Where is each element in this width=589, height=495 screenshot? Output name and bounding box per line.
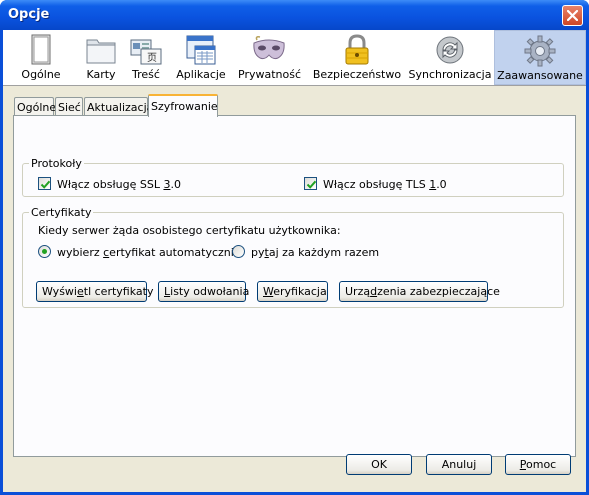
encryption-tab-panel: Protokoły Włącz obsługę SSL 3.0 Włącz ob…: [13, 115, 576, 457]
view-certificates-button[interactable]: Wyświetl certyfikaty: [36, 281, 153, 302]
validation-button[interactable]: Weryfikacja: [257, 281, 328, 302]
checkmark-icon: [306, 180, 317, 189]
ask-label-suffix: aj za każdym razem: [268, 246, 380, 259]
tls-label-text: Włącz obsługę TLS: [323, 178, 430, 191]
protocols-legend: Protokoły: [31, 157, 82, 170]
padlock-icon: [345, 34, 369, 65]
pane-label: Prywatność: [238, 68, 302, 81]
pane-label: Synchronizacja: [408, 68, 492, 81]
button-accesskey: W: [263, 285, 274, 298]
pane-bezpieczenstwo[interactable]: Bezpieczeństwo: [311, 30, 403, 85]
auto-certificate-radio[interactable]: [38, 245, 51, 258]
pane-label: Treść: [132, 68, 160, 81]
ssl-label[interactable]: Włącz obsługę SSL 3.0: [57, 178, 181, 191]
ssl-label-suffix: .0: [170, 178, 181, 191]
tab-siec[interactable]: Sieć: [55, 97, 83, 116]
certificate-request-prompt: Kiedy serwer żąda osobistego certyfikatu…: [38, 224, 341, 237]
pane-ogolne[interactable]: Ogólne: [7, 30, 75, 85]
gear-icon: [524, 35, 556, 67]
checkmark-icon: [40, 180, 51, 189]
options-window: Opcje Ogólne Karty 页 Treść Aplikacje Pry…: [0, 0, 589, 495]
button-text: Urzą: [345, 285, 371, 298]
tab-aktualizacja[interactable]: Aktualizacja: [84, 97, 153, 116]
ask-label-text: py: [251, 246, 265, 259]
button-text-suffix: omoc: [526, 458, 557, 471]
protocols-group: Protokoły: [22, 157, 564, 197]
pane-synchronizacja[interactable]: Synchronizacja: [408, 30, 492, 85]
applications-icon: [186, 35, 216, 65]
button-text-suffix: isty odwołania: [170, 285, 250, 298]
security-devices-button[interactable]: Urządzenia zabezpieczające: [339, 281, 500, 302]
dialog-client-area: Ogólne Karty 页 Treść Aplikacje Prywatnoś…: [3, 30, 586, 492]
auto-certificate-label[interactable]: wybierz certyfikat automatycznie: [57, 246, 241, 259]
tls-label[interactable]: Włącz obsługę TLS 1.0: [323, 178, 447, 191]
button-text-suffix: zenia zabezpieczające: [377, 285, 500, 298]
pane-label: Zaawansowane: [497, 69, 583, 82]
pane-label: Karty: [86, 68, 116, 81]
preferences-toolbar: Ogólne Karty 页 Treść Aplikacje Prywatnoś…: [3, 30, 586, 86]
window-icon: [31, 34, 51, 65]
radio-dot-icon: [42, 249, 47, 254]
cancel-button[interactable]: Anuluj: [426, 454, 492, 475]
content-icon: 页: [130, 39, 162, 65]
ask-every-time-radio[interactable]: [232, 245, 245, 258]
pane-prywatnosc[interactable]: Prywatność: [238, 30, 302, 85]
tls-label-suffix: .0: [436, 178, 447, 191]
ssl-label-text: Włącz obsługę SSL: [57, 178, 164, 191]
ask-every-time-label[interactable]: pytaj za każdym razem: [251, 246, 379, 259]
button-text-suffix: eryfikacja: [273, 285, 327, 298]
auto-label-suffix: ertyfikat automatycznie: [109, 246, 241, 259]
svg-text:页: 页: [147, 52, 157, 64]
folder-tabs-icon: [86, 39, 116, 64]
tls-checkbox[interactable]: [304, 177, 317, 190]
close-icon: [567, 10, 578, 21]
revocation-lists-button[interactable]: Listy odwołania: [158, 281, 250, 302]
ssl-checkbox[interactable]: [38, 177, 51, 190]
help-button[interactable]: Pomoc: [505, 454, 571, 475]
close-button[interactable]: [562, 5, 583, 26]
tab-szyfrowanie[interactable]: Szyfrowanie: [148, 94, 218, 117]
window-title: Opcje: [8, 7, 50, 22]
button-text: Wyświ: [42, 285, 77, 298]
tab-ogolne[interactable]: Ogólne: [14, 97, 56, 116]
auto-label-text: wybierz: [57, 246, 104, 259]
pane-karty[interactable]: Karty: [75, 30, 127, 85]
sync-icon: [436, 36, 464, 64]
title-bar[interactable]: Opcje: [0, 0, 589, 30]
button-text-suffix: tl certyfikaty: [83, 285, 154, 298]
certificates-legend: Certyfikaty: [31, 206, 92, 219]
ok-button[interactable]: OK: [346, 454, 412, 475]
pane-tresc[interactable]: 页 Treść: [127, 30, 165, 85]
pane-label: Aplikacje: [176, 68, 226, 81]
pane-label: Ogólne: [21, 68, 61, 81]
button-accesskey: e: [76, 285, 84, 298]
mask-icon: [253, 36, 285, 60]
pane-label: Bezpieczeństwo: [312, 68, 402, 81]
pane-aplikacje[interactable]: Aplikacje: [175, 30, 227, 85]
pane-zaawansowane[interactable]: Zaawansowane: [494, 30, 586, 85]
